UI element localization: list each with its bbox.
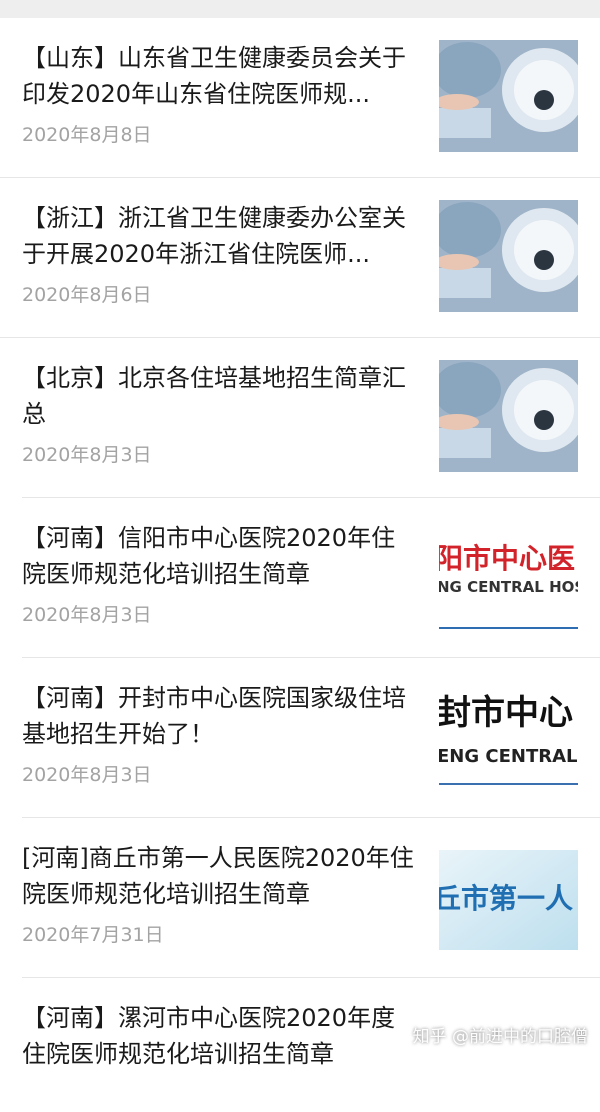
article-date: 2020年8月3日	[22, 764, 152, 786]
list-item[interactable]: 【山东】山东省卫生健康委员会关于印发2020年山东省住院医师规... 2020年…	[0, 18, 600, 178]
article-date: 2020年8月8日	[22, 124, 152, 146]
list-item[interactable]: 【北京】北京各住培基地招生简章汇总 2020年8月3日	[22, 338, 600, 498]
surgeon-icon	[439, 200, 578, 312]
article-thumbnail[interactable]: 阳市中心医 NG CENTRAL HOS	[439, 520, 578, 632]
article-title[interactable]: 【河南】开封市中心医院国家级住培基地招生开始了！	[22, 680, 417, 752]
logo-cn-text: 阳市中心医	[439, 542, 575, 575]
article-date: 2020年8月3日	[22, 604, 152, 626]
logo-en-text: ENG CENTRAL	[439, 746, 578, 767]
logo-cn-text: 丘市第一人	[439, 882, 573, 915]
article-title[interactable]: 【山东】山东省卫生健康委员会关于印发2020年山东省住院医师规...	[22, 40, 417, 112]
surgeon-icon	[439, 40, 578, 152]
list-item[interactable]: [河南]商丘市第一人民医院2020年住院医师规范化培训招生简章 2020年7月3…	[22, 818, 600, 978]
list-item[interactable]: 【浙江】浙江省卫生健康委办公室关于开展2020年浙江省住院医师... 2020年…	[0, 178, 600, 338]
top-bar	[0, 0, 600, 18]
watermark: 知乎 @前进中的口腔僧	[412, 1027, 588, 1047]
hospital-logo: 封市中心 ENG CENTRAL	[439, 680, 578, 792]
article-thumbnail[interactable]	[439, 200, 578, 312]
article-date: 2020年8月3日	[22, 444, 152, 466]
hospital-logo	[439, 1000, 578, 1112]
article-list: 【山东】山东省卫生健康委员会关于印发2020年山东省住院医师规... 2020年…	[0, 18, 600, 1112]
article-title[interactable]: [河南]商丘市第一人民医院2020年住院医师规范化培训招生简章	[22, 840, 417, 912]
article-title[interactable]: 【河南】漯河市中心医院2020年度住院医师规范化培训招生简章	[22, 1000, 417, 1072]
article-title[interactable]: 【河南】信阳市中心医院2020年住院医师规范化培训招生简章	[22, 520, 417, 592]
article-title[interactable]: 【浙江】浙江省卫生健康委办公室关于开展2020年浙江省住院医师...	[22, 200, 417, 272]
article-thumbnail[interactable]	[439, 1000, 578, 1112]
article-date: 2020年7月31日	[22, 924, 164, 946]
article-thumbnail[interactable]: 封市中心 ENG CENTRAL	[439, 680, 578, 792]
list-item[interactable]: 【河南】信阳市中心医院2020年住院医师规范化培训招生简章 2020年8月3日 …	[22, 498, 600, 658]
hospital-logo: 丘市第一人	[439, 840, 578, 952]
surgeon-icon	[439, 360, 578, 472]
logo-cn-text: 封市中心	[439, 693, 573, 733]
article-title[interactable]: 【北京】北京各住培基地招生简章汇总	[22, 360, 417, 432]
article-date: 2020年8月6日	[22, 284, 152, 306]
article-thumbnail[interactable]	[439, 360, 578, 472]
hospital-logo: 阳市中心医 NG CENTRAL HOS	[439, 520, 578, 632]
logo-en-text: NG CENTRAL HOS	[439, 578, 578, 596]
article-thumbnail[interactable]	[439, 40, 578, 152]
article-thumbnail[interactable]: 丘市第一人	[439, 840, 578, 952]
list-item[interactable]: 【河南】开封市中心医院国家级住培基地招生开始了！ 2020年8月3日 封市中心 …	[22, 658, 600, 818]
